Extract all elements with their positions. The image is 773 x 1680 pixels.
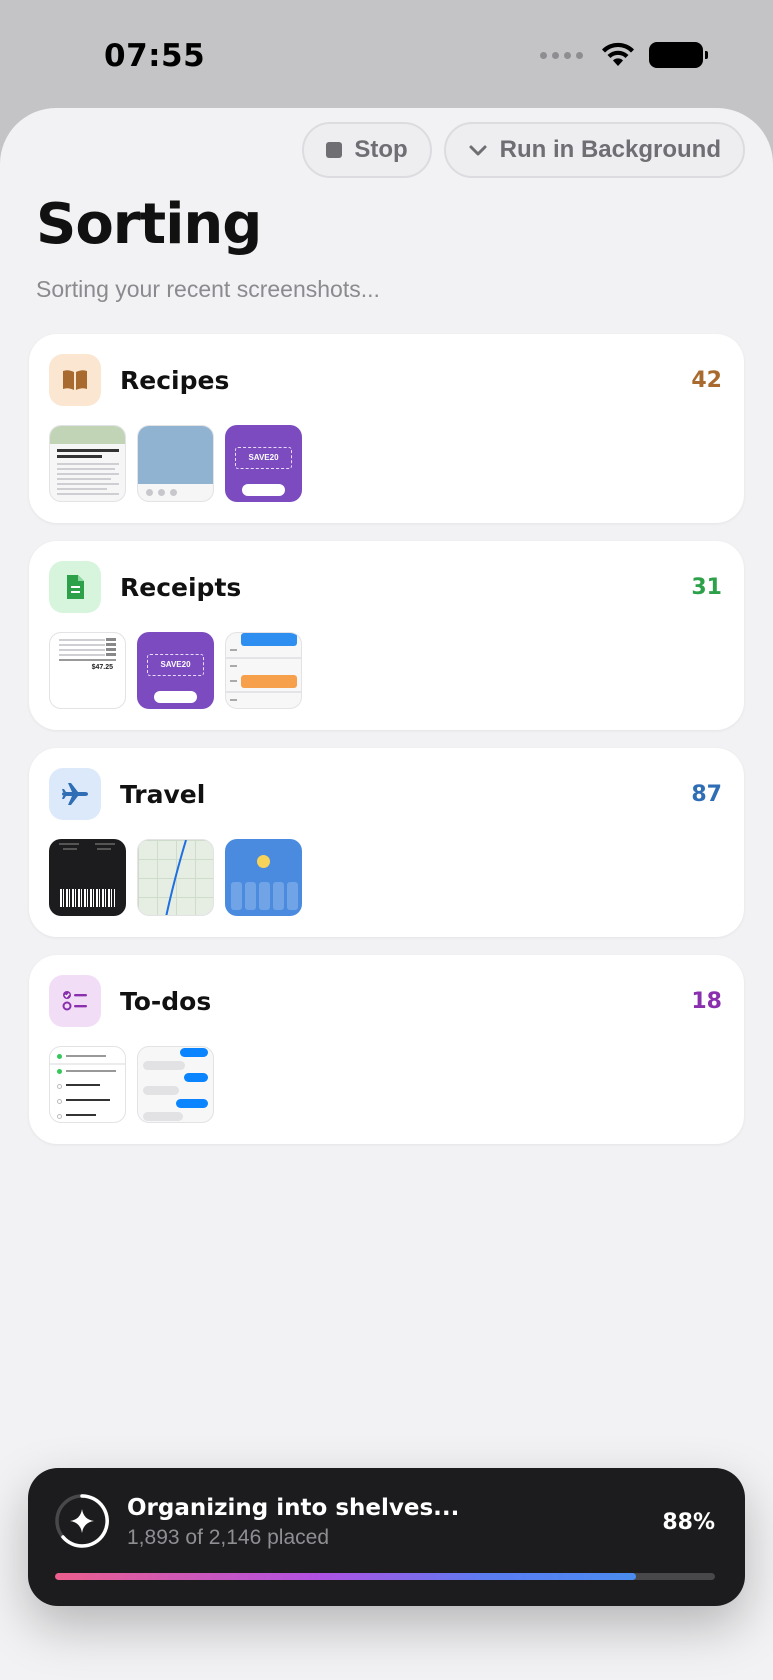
shelf-card-todos[interactable]: To-dos 18	[29, 955, 744, 1144]
run-in-background-label: Run in Background	[499, 136, 721, 163]
page-title: Sorting	[36, 192, 262, 257]
thumbnail-boarding-pass[interactable]	[49, 839, 126, 916]
thumbnail-strip	[49, 839, 302, 916]
wifi-icon	[602, 42, 634, 66]
shelf-icon-badge	[49, 975, 101, 1027]
progress-percent: 88%	[662, 1510, 715, 1535]
status-icons	[540, 42, 708, 68]
top-actions: Stop Run in Background	[302, 122, 745, 178]
run-in-background-button[interactable]: Run in Background	[443, 122, 745, 178]
thumbnail-strip: $47.25 SAVE20	[49, 632, 302, 709]
coupon-code: SAVE20	[147, 654, 204, 676]
shelf-name: Travel	[120, 780, 206, 809]
sparkle-progress-icon	[55, 1494, 109, 1548]
progress-detail: 1,893 of 2,146 placed	[127, 1526, 330, 1549]
cellular-signal-icon	[540, 51, 583, 59]
checklist-icon	[62, 991, 87, 1011]
shelf-icon-badge	[49, 354, 101, 406]
coupon-code: SAVE20	[235, 447, 292, 469]
shelf-name: Receipts	[120, 573, 242, 602]
stop-button[interactable]: Stop	[302, 122, 432, 178]
document-icon	[67, 575, 84, 599]
shelf-count: 18	[691, 989, 722, 1014]
thumbnail-chat[interactable]	[137, 1046, 214, 1123]
thumbnail-weather[interactable]	[225, 839, 302, 916]
progress-bar	[55, 1573, 715, 1580]
progress-card: Organizing into shelves... 1,893 of 2,14…	[28, 1468, 745, 1606]
thumbnail-strip	[49, 1046, 214, 1123]
thumbnail-coupon[interactable]: SAVE20	[137, 632, 214, 709]
sorting-sheet: Stop Run in Background Sorting Sorting y…	[0, 108, 773, 1680]
thumbnail-map[interactable]	[137, 839, 214, 916]
thumbnail-receipt[interactable]: $47.25	[49, 632, 126, 709]
thumbnail-todo-list[interactable]	[49, 1046, 126, 1123]
shelf-list: Recipes 42 SAVE20 Receipts 31 $47.25 SAV…	[29, 334, 744, 1162]
shelf-icon-badge	[49, 561, 101, 613]
page-subtitle: Sorting your recent screenshots...	[36, 276, 380, 302]
chevron-down-icon	[469, 145, 487, 156]
airplane-icon	[62, 783, 88, 805]
thumbnail-recipe-article[interactable]	[49, 425, 126, 502]
status-time: 07:55	[104, 38, 206, 74]
shelf-card-recipes[interactable]: Recipes 42 SAVE20	[29, 334, 744, 523]
book-icon	[63, 370, 87, 390]
thumbnail-strip: SAVE20	[49, 425, 302, 502]
shelf-count: 42	[691, 368, 722, 393]
shelf-card-receipts[interactable]: Receipts 31 $47.25 SAVE20	[29, 541, 744, 730]
status-bar: 07:55	[0, 0, 773, 110]
progress-bar-fill	[55, 1573, 636, 1580]
thumbnail-photo-post[interactable]	[137, 425, 214, 502]
receipt-amount: $47.25	[91, 664, 113, 671]
progress-title: Organizing into shelves...	[127, 1495, 460, 1521]
shelf-card-travel[interactable]: Travel 87	[29, 748, 744, 937]
shelf-count: 31	[691, 575, 722, 600]
thumbnail-coupon[interactable]: SAVE20	[225, 425, 302, 502]
battery-icon	[649, 42, 708, 68]
shelf-count: 87	[691, 782, 722, 807]
shelf-name: Recipes	[120, 366, 230, 395]
shelf-name: To-dos	[120, 987, 212, 1016]
thumbnail-list[interactable]	[225, 632, 302, 709]
stop-label: Stop	[354, 136, 408, 163]
stop-icon	[326, 142, 343, 158]
shelf-icon-badge	[49, 768, 101, 820]
